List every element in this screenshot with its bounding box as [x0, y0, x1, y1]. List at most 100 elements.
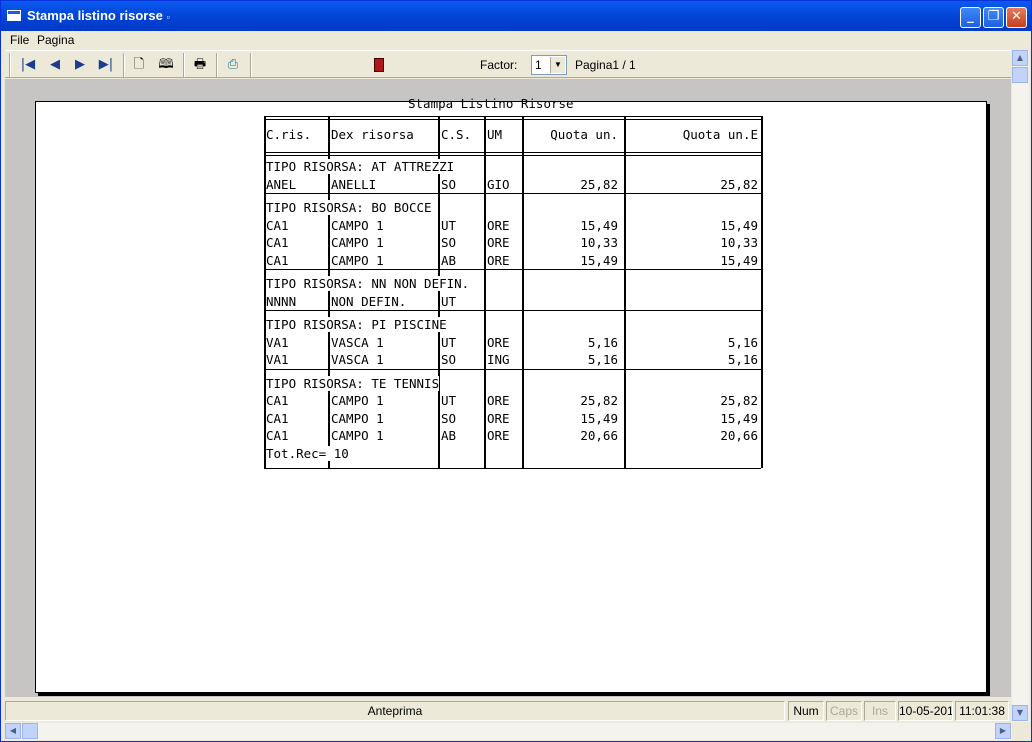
factor-label: Factor:: [480, 58, 518, 72]
table-cell: ORE: [487, 235, 510, 250]
table-cell: ANELLI: [331, 176, 377, 192]
vertical-scrollbar[interactable]: ▲ ▼: [1012, 50, 1029, 722]
header-rule: [264, 152, 761, 153]
title-bar[interactable]: Stampa listino risorse ▫ _ ❐ ✕: [1, 1, 1031, 31]
table-cell: 15,49: [580, 252, 618, 268]
exit-button[interactable]: [368, 55, 390, 75]
chevron-right-icon: ▶: [999, 726, 1007, 735]
table-cell: 15,49: [720, 217, 758, 233]
table-cell: CA1: [266, 252, 289, 268]
table-cell: NNNN: [266, 293, 297, 309]
toolbar-separator: [123, 53, 125, 77]
minimize-icon: _: [967, 9, 974, 24]
table-cell: NON DEFIN.: [331, 293, 407, 309]
first-page-button[interactable]: |◀: [17, 55, 39, 75]
single-page-icon: 🗋: [133, 57, 145, 72]
toolbar: |◀ ◀ ▶ ▶| 🗋 🕮 🖶 ⎙ Factor: 1 ▼ Pagina1 / …: [5, 50, 1011, 78]
table-cell: SO: [441, 352, 457, 367]
exit-door-icon: [374, 58, 384, 72]
table-cell: SO: [441, 235, 457, 250]
table-cell: ORE: [487, 428, 510, 443]
table-cell: 25,82: [580, 393, 618, 408]
table-cell: 15,49: [720, 252, 758, 268]
first-page-icon: |◀: [20, 57, 36, 72]
table-cell: CA1: [266, 393, 289, 408]
vertical-scroll-thumb[interactable]: [1012, 67, 1028, 83]
status-caps: Caps: [826, 701, 862, 721]
chevron-down-icon[interactable]: ▼: [550, 57, 565, 73]
restore-button[interactable]: ❐: [983, 7, 1004, 28]
table-cell: CAMPO 1: [331, 235, 384, 250]
prev-page-button[interactable]: ◀: [44, 55, 66, 75]
last-page-icon: ▶|: [98, 57, 114, 72]
next-page-button[interactable]: ▶: [69, 55, 91, 75]
toolbar-separator: [216, 53, 218, 77]
column-rule: [484, 116, 486, 468]
report-page: Stampa Listino Risorse C.ris. Dex risorsa…: [35, 96, 988, 694]
table-cell: ORE: [487, 393, 510, 408]
column-header: C.ris.: [266, 127, 312, 142]
two-page-button[interactable]: 🕮: [155, 55, 177, 75]
toolbar-separator: [183, 53, 185, 77]
menu-file[interactable]: File: [10, 33, 29, 47]
chevron-left-icon: ◀: [9, 726, 17, 735]
minimize-button[interactable]: _: [960, 7, 981, 28]
export-button[interactable]: ⎙: [222, 55, 244, 75]
table-cell: ORE: [487, 410, 510, 426]
print-button[interactable]: 🖶: [189, 55, 211, 75]
chevron-up-icon: ▲: [1016, 53, 1024, 62]
preview-area[interactable]: Stampa Listino Risorse C.ris. Dex risorsa…: [5, 79, 1011, 697]
table-cell: 20,66: [720, 428, 758, 443]
table-cell: CAMPO 1: [331, 393, 384, 408]
horizontal-scroll-thumb[interactable]: [22, 723, 38, 739]
table-cell: ORE: [487, 252, 510, 268]
single-page-button[interactable]: 🗋: [128, 55, 150, 75]
footer-rule: [264, 468, 761, 469]
table-cell: CAMPO 1: [331, 428, 384, 443]
header-rule: [264, 119, 761, 120]
column-rule: [761, 116, 763, 468]
table-cell: 5,16: [587, 352, 618, 367]
main-window: Stampa listino risorse ▫ _ ❐ ✕ File Pagi…: [0, 0, 1032, 742]
table-cell: VA1: [266, 334, 289, 350]
table-cell: UT: [441, 217, 457, 233]
scroll-right-button[interactable]: ▶: [995, 723, 1011, 739]
header-rule: [264, 155, 761, 156]
total-records: Tot.Rec= 10: [266, 445, 349, 461]
report-title: Stampa Listino Risorse: [408, 96, 574, 111]
table-cell: CA1: [266, 217, 289, 233]
table-cell: 20,66: [580, 428, 618, 443]
menu-bar: File Pagina: [1, 31, 1031, 49]
scroll-up-button[interactable]: ▲: [1012, 50, 1028, 66]
status-time: 11:01:38: [955, 701, 1009, 721]
factor-select[interactable]: 1 ▼: [531, 55, 567, 75]
last-page-button[interactable]: ▶|: [95, 55, 117, 75]
column-rule: [624, 116, 626, 468]
close-button[interactable]: ✕: [1006, 7, 1027, 28]
next-page-icon: ▶: [75, 57, 85, 72]
table-cell: VASCA 1: [331, 334, 384, 350]
menu-pagina[interactable]: Pagina: [37, 33, 74, 47]
column-header: Quota un.E: [682, 127, 758, 142]
table-cell: ING: [487, 352, 510, 367]
group-rule: [264, 368, 761, 370]
group-label: TIPO RISORSA: TE TENNIS: [266, 375, 440, 391]
table-cell: 15,49: [580, 410, 618, 426]
scroll-down-button[interactable]: ▼: [1012, 705, 1028, 721]
table-cell: SO: [441, 410, 457, 426]
factor-value: 1: [535, 58, 542, 72]
table-cell: UT: [441, 393, 457, 408]
group-rule: [264, 193, 761, 194]
table-cell: CA1: [266, 235, 289, 250]
scroll-left-button[interactable]: ◀: [5, 723, 21, 739]
table-cell: CA1: [266, 428, 289, 443]
table-cell: AB: [441, 252, 457, 268]
printer-icon: 🖶: [193, 57, 207, 72]
window-title: Stampa listino risorse ▫: [27, 8, 170, 23]
two-page-icon: 🕮: [158, 57, 174, 72]
window-icon[interactable]: [7, 10, 21, 21]
group-rule: [264, 310, 761, 311]
table-cell: 10,33: [720, 235, 758, 250]
report-table: Stampa Listino Risorse C.ris. Dex risorsa…: [36, 96, 988, 694]
horizontal-scrollbar[interactable]: ◀ ▶: [5, 723, 1012, 740]
